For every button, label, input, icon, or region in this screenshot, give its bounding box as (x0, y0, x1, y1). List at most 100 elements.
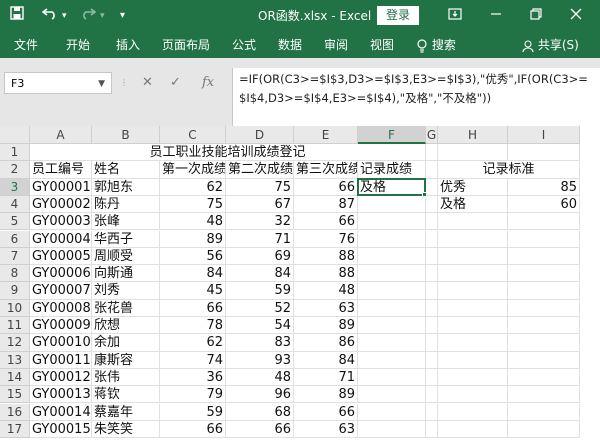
insert-function-icon[interactable]: fx (202, 72, 214, 94)
row-header-2[interactable]: 2 (0, 161, 30, 179)
cell-score-1[interactable]: 36 (160, 368, 226, 387)
column-header-g[interactable]: G (426, 126, 438, 144)
redo-icon[interactable] (80, 6, 97, 26)
cell-empty[interactable] (438, 282, 508, 300)
cell-score-2[interactable]: 84 (226, 265, 294, 283)
cell-score-3[interactable]: 88 (294, 265, 358, 283)
cell-employee-id[interactable]: GY00007 (30, 282, 92, 300)
cell-score-1[interactable]: 79 (160, 386, 226, 404)
cell-empty[interactable] (438, 334, 508, 352)
cell-score-3[interactable]: 84 (294, 351, 358, 369)
row-header-8[interactable]: 8 (0, 265, 30, 283)
cell-name[interactable]: 蒋钦 (92, 386, 160, 404)
row-header-6[interactable]: 6 (0, 230, 30, 248)
cell-record-result[interactable] (358, 386, 426, 404)
cell-score-1[interactable]: 78 (160, 317, 226, 335)
cell-score-1[interactable]: 59 (160, 403, 226, 421)
cell-employee-id[interactable]: GY00001 (30, 178, 92, 196)
cell-record-result[interactable] (358, 351, 426, 369)
cell-empty[interactable] (438, 299, 508, 317)
cell-score-3[interactable]: 87 (294, 195, 358, 214)
criteria-value[interactable]: 85 (508, 178, 580, 196)
cell-name[interactable]: 蔡嘉年 (92, 403, 160, 421)
cell-name[interactable]: 康斯容 (92, 351, 160, 369)
cell-score-3[interactable]: 48 (294, 282, 358, 300)
cell-employee-id[interactable]: GY00015 (30, 420, 92, 439)
select-all-corner[interactable] (0, 126, 30, 144)
ribbon-display-options-icon[interactable] (448, 6, 462, 26)
cell-score-3[interactable]: 86 (294, 334, 358, 352)
cell-empty[interactable] (508, 351, 580, 369)
cell-score-3[interactable]: 71 (294, 368, 358, 387)
cell-empty[interactable] (438, 351, 508, 369)
cell-name[interactable]: 朱笑笑 (92, 420, 160, 439)
cell-empty[interactable] (508, 386, 580, 404)
row-header-10[interactable]: 10 (0, 299, 30, 317)
cell-name[interactable]: 张花兽 (92, 299, 160, 317)
cell-score-3[interactable]: 66 (294, 178, 358, 196)
cell-empty[interactable] (508, 403, 580, 421)
tell-me-search[interactable]: 搜索 (416, 32, 456, 58)
fill-handle[interactable] (422, 191, 427, 197)
cell-name[interactable]: 华西子 (92, 230, 160, 248)
cell-empty[interactable] (426, 299, 438, 317)
cell-score-3[interactable]: 88 (294, 247, 358, 266)
cell-score-1[interactable]: 89 (160, 230, 226, 248)
cell-score-3[interactable]: 66 (294, 213, 358, 231)
cell-score-1[interactable]: 75 (160, 195, 226, 214)
formula-input[interactable]: =IF(OR(C3>=$I$3,D3>=$I$3,E3>=$I$3),"优秀",… (232, 68, 600, 126)
tab-home[interactable]: 开始 (66, 32, 90, 58)
cell-empty[interactable] (508, 420, 580, 439)
cell-score-2[interactable]: 75 (226, 178, 294, 196)
cell-name[interactable]: 向斯通 (92, 265, 160, 283)
column-header-a[interactable]: A (30, 126, 92, 144)
cell-empty[interactable] (508, 265, 580, 283)
cell-record-result[interactable] (358, 317, 426, 335)
cell-name[interactable]: 陈丹 (92, 195, 160, 214)
cell-empty[interactable] (508, 213, 580, 231)
cell-empty[interactable] (426, 351, 438, 369)
cell-score-2[interactable]: 48 (226, 368, 294, 387)
cell-empty[interactable] (438, 230, 508, 248)
cell-empty[interactable] (426, 317, 438, 335)
cell-employee-id[interactable]: GY00006 (30, 265, 92, 283)
cell-employee-id[interactable]: GY00012 (30, 368, 92, 387)
tab-formulas[interactable]: 公式 (232, 32, 256, 58)
cell-record-result[interactable] (358, 368, 426, 387)
column-header-h[interactable]: H (438, 126, 508, 144)
cell-score-1[interactable]: 84 (160, 265, 226, 283)
cell-employee-id[interactable]: GY00003 (30, 213, 92, 231)
cell-score-2[interactable]: 54 (226, 317, 294, 335)
cell-score-2[interactable]: 52 (226, 299, 294, 317)
minimize-icon[interactable] (490, 6, 502, 26)
cell-employee-id[interactable]: GY00004 (30, 230, 92, 248)
cell-name[interactable]: 余加 (92, 334, 160, 352)
cell-score-1[interactable]: 74 (160, 351, 226, 369)
cell-score-1[interactable]: 62 (160, 178, 226, 196)
cell-score-3[interactable]: 76 (294, 230, 358, 248)
cell-empty[interactable] (426, 144, 438, 162)
cell-empty[interactable] (426, 282, 438, 300)
column-header-b[interactable]: B (92, 126, 160, 144)
cell-employee-id[interactable]: GY00008 (30, 299, 92, 317)
header-cell-d[interactable]: 第二次成绩 (226, 161, 294, 179)
cell-record-result[interactable] (358, 265, 426, 283)
cell-empty[interactable] (438, 247, 508, 266)
criteria-label[interactable]: 优秀 (438, 178, 508, 196)
cell-empty[interactable] (426, 195, 438, 214)
cell-score-2[interactable]: 69 (226, 247, 294, 266)
row-header-12[interactable]: 12 (0, 334, 30, 352)
row-header-4[interactable]: 4 (0, 195, 30, 214)
cell-empty[interactable] (438, 265, 508, 283)
redo-dropdown-icon[interactable]: ▾ (100, 6, 105, 26)
save-icon[interactable] (10, 6, 24, 26)
cell-empty[interactable] (438, 144, 508, 162)
restore-icon[interactable] (530, 6, 542, 26)
row-header-16[interactable]: 16 (0, 403, 30, 421)
cell-empty[interactable] (426, 386, 438, 404)
cell-score-3[interactable]: 63 (294, 299, 358, 317)
tab-page-layout[interactable]: 页面布局 (162, 32, 210, 58)
cell-empty[interactable] (508, 334, 580, 352)
row-header-14[interactable]: 14 (0, 368, 30, 387)
column-header-c[interactable]: C (160, 126, 226, 144)
